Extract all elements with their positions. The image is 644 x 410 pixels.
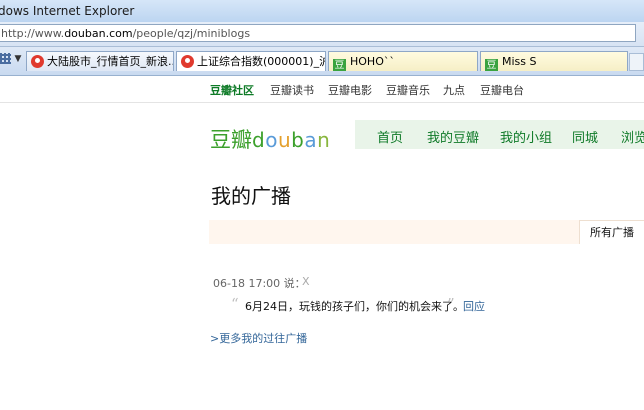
nav-my-groups[interactable]: 我的小组 [500,127,552,146]
douban-icon: 豆 [485,59,498,71]
tab-miss-s[interactable]: 豆 Miss S [480,51,628,71]
tab-sh-index[interactable]: 上证综合指数(000001)_沪... [176,51,326,71]
window-title: dows Internet Explorer [0,4,135,18]
tab-hoho[interactable]: 豆 HOHO`` [328,51,478,71]
tab-bar: ▼ 大陆股市_行情首页_新浪... 上证综合指数(000001)_沪... 豆H… [0,47,644,76]
douban-logo[interactable]: 豆瓣douban [210,124,330,154]
nav-my-douban[interactable]: 我的豆瓣 [427,127,479,146]
address-bar: http://www.douban.com/people/qzj/miniblo… [0,22,644,47]
tab-all-broadcasts[interactable]: 所有广播 [579,220,644,244]
topnav-music[interactable]: 豆瓣音乐 [386,82,430,98]
delete-status-button[interactable]: X [302,275,310,288]
address-prefix: http://www. [1,27,65,40]
close-quote-icon: ” [447,295,455,313]
tab-sina-market[interactable]: 大陆股市_行情首页_新浪... [26,51,174,71]
address-path: /people/qzj/miniblogs [132,27,251,40]
reply-link[interactable]: 回应 [463,298,485,314]
nav-browse[interactable]: 浏览 [621,127,644,146]
sina-icon [181,55,194,68]
topnav-community[interactable]: 豆瓣社区 [210,82,254,98]
topnav-movie[interactable]: 豆瓣电影 [328,82,372,98]
topnav-9points[interactable]: 九点 [443,82,465,98]
sina-icon [31,55,44,68]
logo-letter: b [291,128,305,152]
douban-icon: 豆 [333,59,346,71]
open-quote-icon: “ [231,295,239,313]
status-timestamp: 06-18 17:00 说： [213,277,306,290]
logo-cn: 豆瓣 [210,128,252,152]
logo-letter: a [304,128,318,152]
douban-top-nav: 豆瓣社区 豆瓣读书 豆瓣电影 豆瓣音乐 九点 豆瓣电台 [0,76,644,103]
page-title: 我的广播 [211,184,291,208]
tab-label: 大陆股市_行情首页_新浪... [47,55,174,68]
nav-local[interactable]: 同城 [572,127,598,146]
logo-letter: d [252,128,266,152]
logo-letter: o [265,128,278,152]
main-nav: 首页 我的豆瓣 我的小组 同城 浏览 [355,120,644,149]
window-title-bar: dows Internet Explorer [0,0,644,22]
nav-home[interactable]: 首页 [377,127,403,146]
topnav-book[interactable]: 豆瓣读书 [270,82,314,98]
tab-scroll-button[interactable] [629,53,644,71]
more-broadcasts-link[interactable]: >更多我的过往广播 [210,330,307,346]
logo-en: douban [252,128,330,152]
status-text: 6月24日，玩钱的孩子们，你们的机会来了。 [245,300,464,313]
tab-list-dropdown-icon[interactable]: ▼ [12,50,24,68]
logo-letter: u [277,128,292,152]
filter-bar: 所有广播 [209,220,644,244]
logo-letter: n [317,128,331,152]
tab-label: HOHO`` [350,55,395,68]
page-content: 豆瓣社区 豆瓣读书 豆瓣电影 豆瓣音乐 九点 豆瓣电台 豆瓣douban 首页 … [0,76,644,410]
topnav-radio[interactable]: 豆瓣电台 [480,82,524,98]
quick-tabs-icon[interactable] [0,53,11,64]
address-input[interactable]: http://www.douban.com/people/qzj/miniblo… [0,24,636,42]
tab-label: 上证综合指数(000001)_沪... [197,55,325,68]
tab-label: Miss S [502,55,537,68]
address-domain: douban.com [64,27,133,40]
